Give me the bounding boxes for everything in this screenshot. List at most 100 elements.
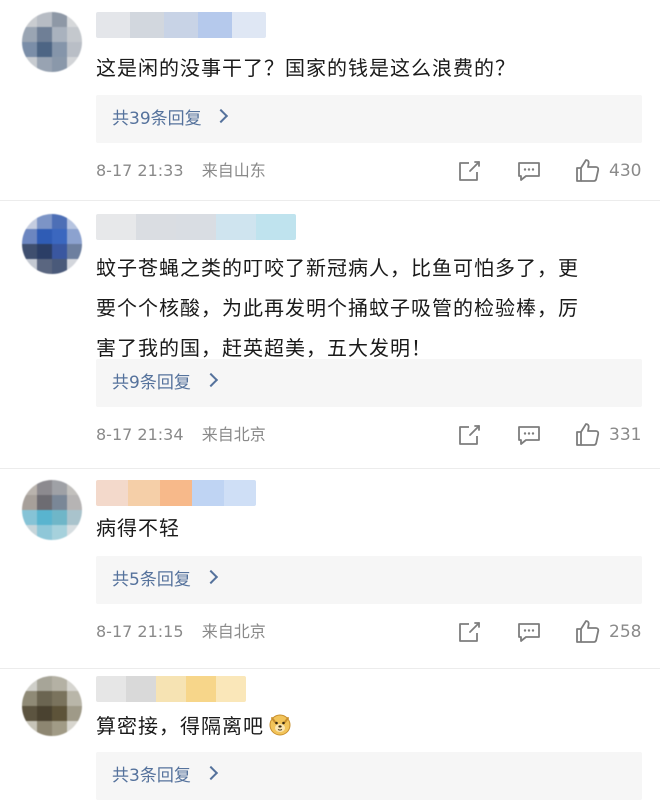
comment-text: 算密接，得隔离吧	[96, 706, 641, 746]
share-icon[interactable]	[455, 618, 483, 646]
avatar-mosaic-tile	[67, 229, 82, 244]
chevron-right-icon	[213, 108, 229, 124]
avatar-mosaic-tile	[52, 706, 67, 721]
avatar-mosaic-tile	[37, 12, 52, 27]
avatar-mosaic-tile	[52, 495, 67, 510]
comment-icon[interactable]	[515, 618, 543, 646]
avatar-mosaic-tile	[22, 691, 37, 706]
avatar-mosaic-tile	[52, 27, 67, 42]
avatar-mosaic-tile	[22, 12, 37, 27]
avatar-mosaic-tile	[52, 480, 67, 495]
comment-list: 这是闲的没事干了？国家的钱是这么浪费的？ 共39条回复 8-17 21:33 来…	[0, 0, 660, 811]
comment-text: 蚊子苍蝇之类的叮咬了新冠病人，比鱼可怕多了，更 要个个核酸，为此再发明个捅蚊子吸…	[96, 248, 641, 368]
avatar-mosaic-tile	[52, 721, 67, 736]
comment-icon[interactable]	[515, 157, 543, 185]
username-blurred[interactable]	[96, 12, 266, 38]
view-replies-button[interactable]: 共3条回复	[96, 752, 642, 800]
avatar-mosaic-tile	[52, 214, 67, 229]
avatar[interactable]	[22, 480, 82, 540]
username-mosaic-block	[96, 676, 126, 702]
chevron-right-icon	[203, 765, 219, 781]
avatar-mosaic-tile	[52, 691, 67, 706]
avatar-mosaic-tile	[37, 676, 52, 691]
avatar-mosaic-tile	[67, 676, 82, 691]
avatar-mosaic-tile	[22, 229, 37, 244]
avatar-mosaic-tile	[37, 706, 52, 721]
comment-text-line: 要个个核酸，为此再发明个捅蚊子吸管的检验棒，厉	[96, 296, 579, 320]
comment-text-line: 蚊子苍蝇之类的叮咬了新冠病人，比鱼可怕多了，更	[96, 256, 579, 280]
comment-meta: 8-17 21:34 来自北京	[96, 424, 266, 446]
comment-text-line: 这是闲的没事干了？国家的钱是这么浪费的？	[96, 56, 516, 80]
avatar-mosaic-tile	[22, 259, 37, 274]
comment-text-line: 病得不轻	[96, 516, 180, 540]
username-blurred[interactable]	[96, 480, 256, 506]
username-mosaic-block	[164, 12, 198, 38]
chevron-right-icon	[203, 569, 219, 585]
username-mosaic-block	[216, 676, 246, 702]
doge-emoji-icon	[269, 714, 291, 736]
avatar-mosaic-tile	[52, 259, 67, 274]
avatar-mosaic-tile	[37, 721, 52, 736]
avatar-mosaic-tile	[37, 42, 52, 57]
username-mosaic-block	[96, 12, 130, 38]
username-mosaic-block	[256, 214, 296, 240]
comment-location: 来自北京	[201, 622, 266, 641]
chevron-right-icon	[203, 372, 219, 388]
username-blurred[interactable]	[96, 214, 296, 240]
share-icon[interactable]	[455, 157, 483, 185]
thumbs-up-icon[interactable]	[574, 617, 602, 645]
username-mosaic-block	[198, 12, 232, 38]
avatar-mosaic-tile	[67, 510, 82, 525]
comment-location: 来自山东	[201, 161, 266, 180]
avatar-mosaic-tile	[52, 57, 67, 72]
comment-item: 算密接，得隔离吧 共3条回复	[0, 668, 660, 811]
thumbs-up-icon[interactable]	[574, 420, 602, 448]
avatar-mosaic-tile	[67, 42, 82, 57]
avatar-mosaic-tile	[67, 480, 82, 495]
comment-time: 8-17 21:15	[96, 622, 184, 641]
avatar-mosaic-tile	[22, 525, 37, 540]
thumbs-up-icon[interactable]	[574, 156, 602, 184]
comment-text-line: 算密接，得隔离吧	[96, 706, 641, 746]
share-icon[interactable]	[455, 421, 483, 449]
avatar-mosaic-tile	[37, 229, 52, 244]
avatar-mosaic-tile	[37, 480, 52, 495]
like-count: 258	[609, 622, 642, 642]
view-replies-button[interactable]: 共5条回复	[96, 556, 642, 604]
avatar[interactable]	[22, 12, 82, 72]
username-mosaic-block	[216, 214, 256, 240]
comment-item: 病得不轻 共5条回复 8-17 21:15 来自北京 258	[0, 468, 660, 668]
view-replies-button[interactable]: 共39条回复	[96, 95, 642, 143]
avatar-mosaic-tile	[37, 214, 52, 229]
avatar-mosaic-tile	[67, 12, 82, 27]
avatar-mosaic-tile	[37, 691, 52, 706]
avatar-mosaic-tile	[67, 495, 82, 510]
avatar-mosaic-tile	[52, 42, 67, 57]
username-mosaic-block	[126, 676, 156, 702]
comment-meta: 8-17 21:15 来自北京	[96, 621, 266, 643]
avatar-mosaic-tile	[37, 495, 52, 510]
avatar-mosaic-tile	[22, 480, 37, 495]
avatar-mosaic-tile	[37, 510, 52, 525]
comment-text: 这是闲的没事干了？国家的钱是这么浪费的？	[96, 48, 641, 88]
like-count: 331	[609, 425, 642, 445]
comment-icon[interactable]	[515, 421, 543, 449]
view-replies-button[interactable]: 共9条回复	[96, 359, 642, 407]
comment-item: 这是闲的没事干了？国家的钱是这么浪费的？ 共39条回复 8-17 21:33 来…	[0, 0, 660, 200]
avatar-mosaic-tile	[22, 676, 37, 691]
comment-item: 蚊子苍蝇之类的叮咬了新冠病人，比鱼可怕多了，更 要个个核酸，为此再发明个捅蚊子吸…	[0, 200, 660, 468]
comment-text: 病得不轻	[96, 508, 641, 548]
username-mosaic-block	[96, 480, 128, 506]
avatar[interactable]	[22, 214, 82, 274]
avatar-mosaic-tile	[22, 244, 37, 259]
like-count: 430	[609, 161, 642, 181]
avatar-mosaic-tile	[52, 229, 67, 244]
avatar-mosaic-tile	[37, 244, 52, 259]
avatar[interactable]	[22, 676, 82, 736]
username-blurred[interactable]	[96, 676, 246, 702]
avatar-mosaic-tile	[52, 676, 67, 691]
avatar-mosaic-tile	[22, 706, 37, 721]
comment-time: 8-17 21:33	[96, 161, 184, 180]
reply-count-label: 共39条回复	[112, 109, 202, 129]
avatar-mosaic-tile	[67, 259, 82, 274]
